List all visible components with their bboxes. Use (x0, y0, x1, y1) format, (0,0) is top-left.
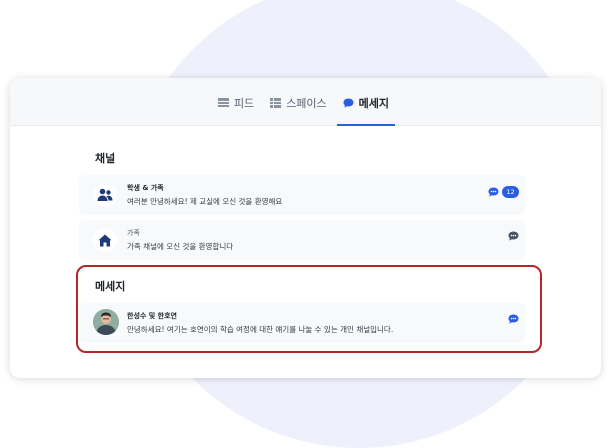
tab-feed-label: 피드 (233, 97, 255, 110)
tab-messages[interactable]: 메세지 (335, 81, 397, 126)
messages-heading: 메세지 (95, 280, 126, 293)
spaces-icon (270, 98, 282, 108)
message-title: 한성수 및 한호연 (127, 312, 177, 320)
channel-subtitle: 가족 채널에 오신 것을 환영합니다 (127, 242, 234, 251)
chat-icon (488, 187, 499, 197)
tab-spaces-label: 스페이스 (286, 97, 327, 110)
tab-messages-label: 메세지 (358, 97, 390, 110)
avatar (93, 309, 119, 335)
message-preview: 안녕하세요! 여기는 호연이의 학습 여정에 대한 얘기를 나눌 수 있는 개인… (127, 325, 394, 334)
message-row-direct[interactable]: 한성수 및 한호연 안녕하세요! 여기는 호연이의 학습 여정에 대한 얘기를 … (79, 303, 525, 343)
channel-title: 학생 & 가족 (127, 184, 164, 192)
tab-spaces[interactable]: 스페이스 (262, 81, 334, 125)
message-icon (343, 98, 354, 108)
feed-icon (217, 98, 229, 107)
home-icon (93, 228, 117, 252)
tab-bar: 피드 스페이스 메세지 (10, 78, 601, 126)
unread-count-badge: 12 (502, 186, 519, 198)
channel-row-family[interactable]: 가족 가족 채널에 오신 것을 환영합니다 (79, 220, 525, 260)
channel-subtitle: 여러분 안녕하세요! 제 교실에 오신 것을 환영해요 (127, 197, 283, 206)
channel-row-students-families[interactable]: 학생 & 가족 여러분 안녕하세요! 제 교실에 오신 것을 환영해요 12 (79, 175, 525, 215)
chat-icon (508, 231, 519, 241)
chat-icon (508, 314, 519, 324)
tab-feed[interactable]: 피드 (210, 81, 262, 125)
channel-title: 가족 (127, 229, 140, 237)
people-icon (93, 183, 117, 207)
channels-heading: 채널 (95, 152, 116, 165)
